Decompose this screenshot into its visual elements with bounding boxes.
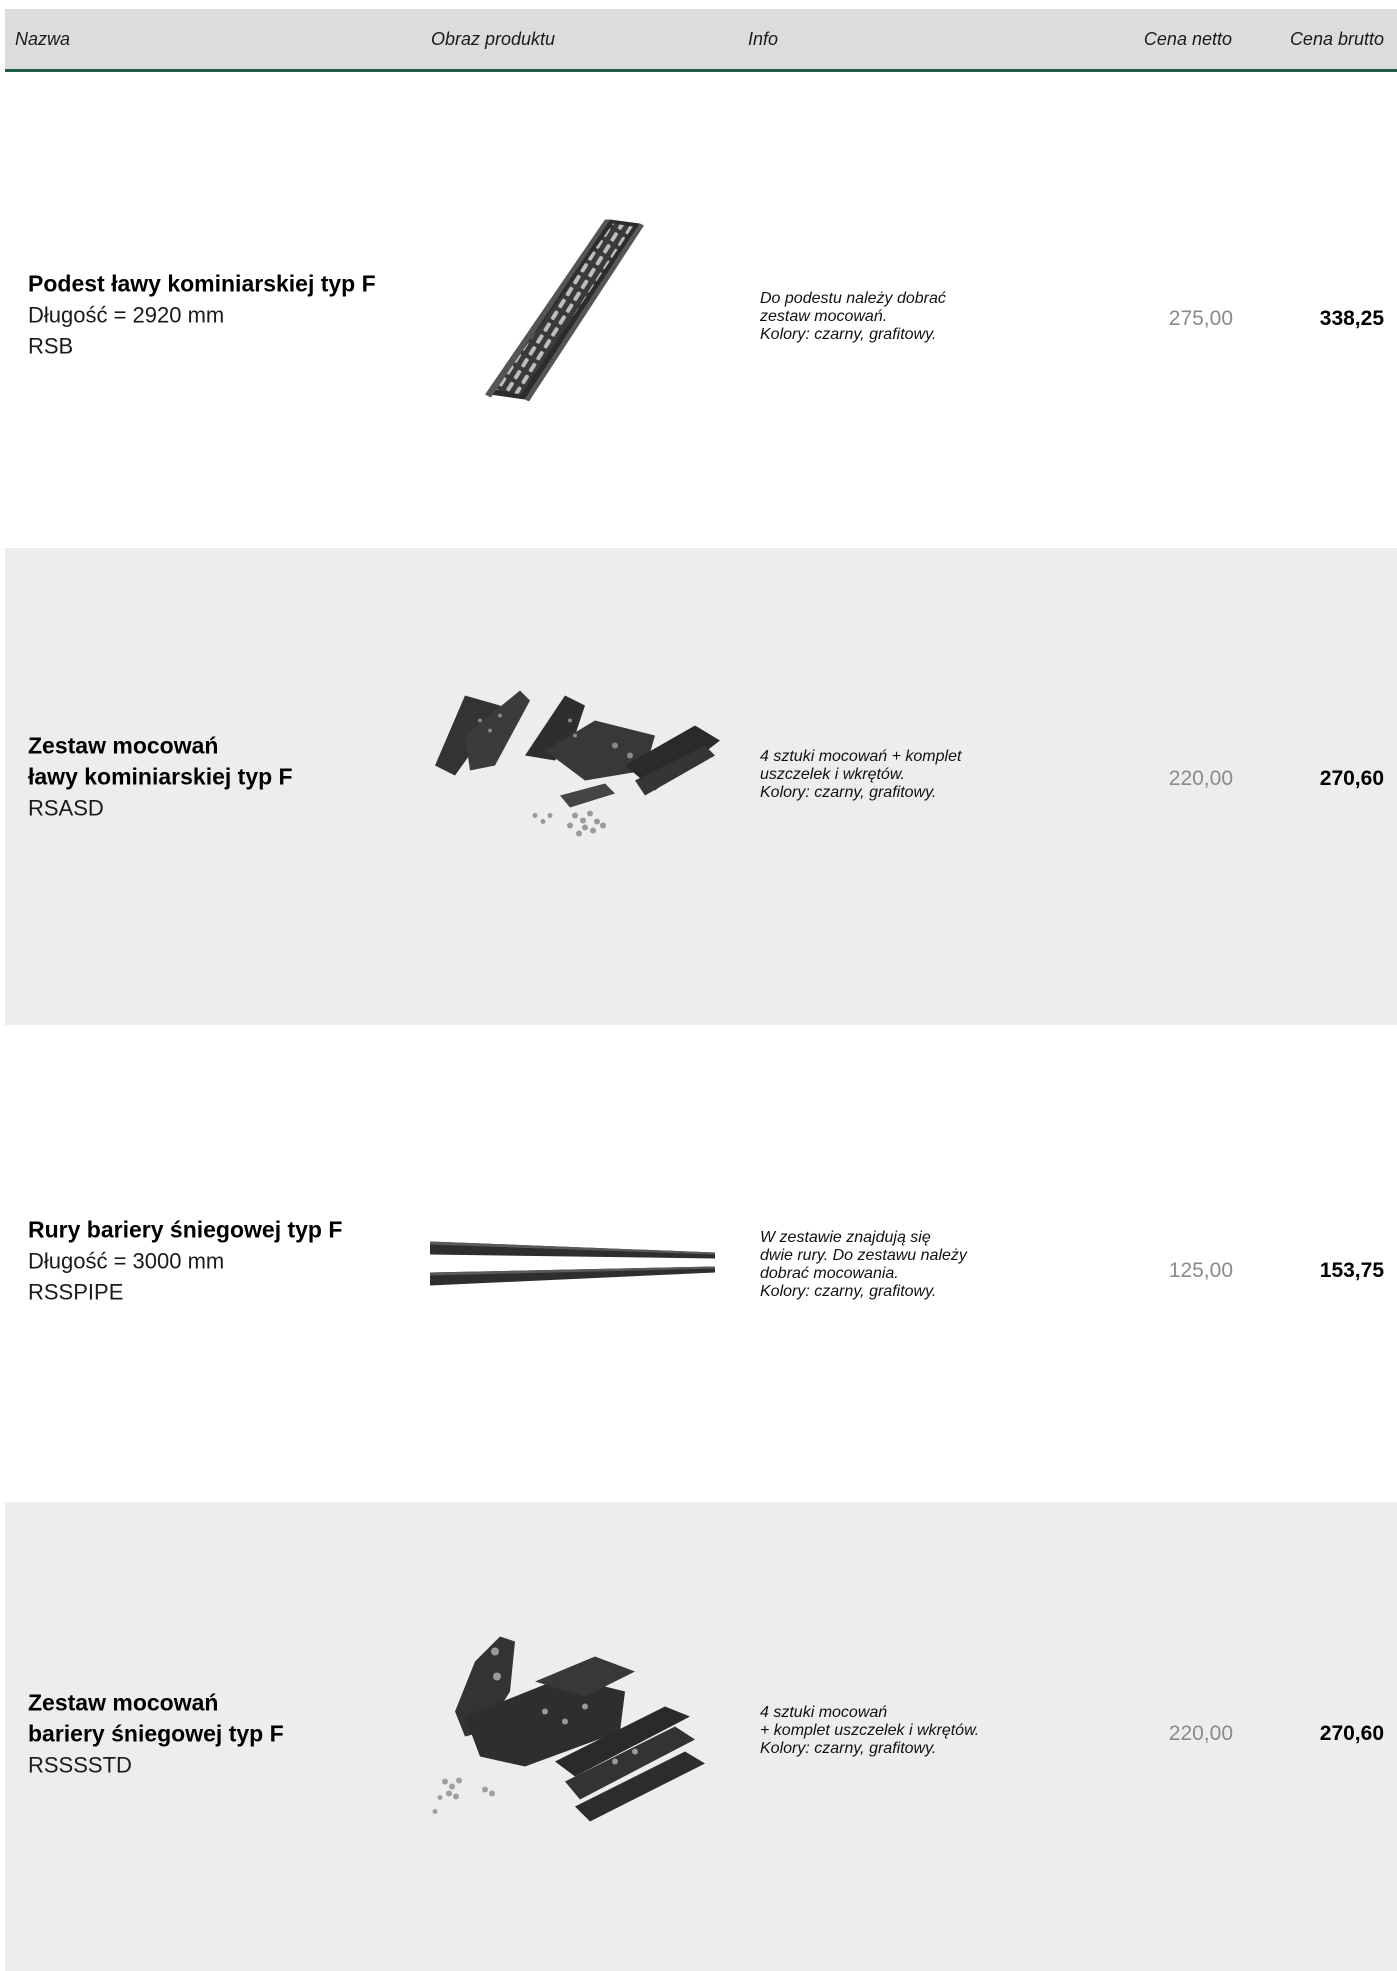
table-row: Zestaw mocowań bariery śniegowej typ F R… [5,1502,1397,1971]
product-length: Długość = 2920 mm [28,302,225,328]
gross-price: 270,60 [1319,1722,1384,1745]
product-name-cell: Zestaw mocowań ławy kominiarskiej typ F … [28,731,293,824]
gross-price: 153,75 [1319,1259,1384,1282]
product-code: RSASD [28,795,104,821]
product-info: Do podestu należy dobrać zestaw mocowań.… [760,290,946,343]
gross-price: 270,60 [1319,767,1384,790]
snow-barrier-mounting-kit-image [425,1622,715,1847]
net-price: 125,00 [1168,1259,1233,1282]
gross-price: 338,25 [1319,307,1384,330]
product-length: Długość = 3000 mm [28,1248,225,1274]
net-price: 220,00 [1168,767,1233,790]
product-info: 4 sztuki mocowań + komplet uszczelek i w… [760,1704,980,1757]
net-price: 220,00 [1168,1722,1233,1745]
header-net-price: Cena netto [1143,29,1232,49]
product-code: RSSPIPE [28,1279,124,1305]
product-name-cell: Rury bariery śniegowej typ F Długość = 3… [28,1215,342,1308]
table-row: Podest ławy kominiarskiej typ F Długość … [5,72,1397,548]
header-name: Nazwa [15,29,71,49]
walkway-mounting-kit-image [425,676,735,851]
product-info: 4 sztuki mocowań + komplet uszczelek i w… [760,748,962,801]
product-info: W zestawie znajdują się dwie rury. Do ze… [760,1229,967,1300]
header-info: Info [748,29,779,49]
net-price: 275,00 [1168,307,1233,330]
product-code: RSB [28,333,74,359]
header-image: Obraz produktu [431,29,556,49]
product-name-cell: Podest ławy kominiarskiej typ F Długość … [28,269,376,362]
table-row: Rury bariery śniegowej typ F Długość = 3… [5,1025,1397,1502]
snow-barrier-pipes-image [425,1233,720,1298]
table-header: Nazwa Obraz produktu Info Cena netto Cen… [5,9,1397,72]
product-code: RSSSSTD [28,1752,132,1778]
product-title: Zestaw mocowań ławy kominiarskiej typ F [28,732,293,790]
roof-walkway-image [425,210,725,415]
price-list-page: Nazwa Obraz produktu Info Cena netto Cen… [5,9,1397,1971]
product-name-cell: Zestaw mocowań bariery śniegowej typ F R… [28,1688,284,1781]
table-row: Zestaw mocowań ławy kominiarskiej typ F … [5,548,1397,1025]
product-title: Rury bariery śniegowej typ F [28,1216,343,1243]
header-gross-price: Cena brutto [1289,29,1384,49]
product-title: Podest ławy kominiarskiej typ F [28,270,376,297]
product-title: Zestaw mocowań bariery śniegowej typ F [28,1689,284,1747]
